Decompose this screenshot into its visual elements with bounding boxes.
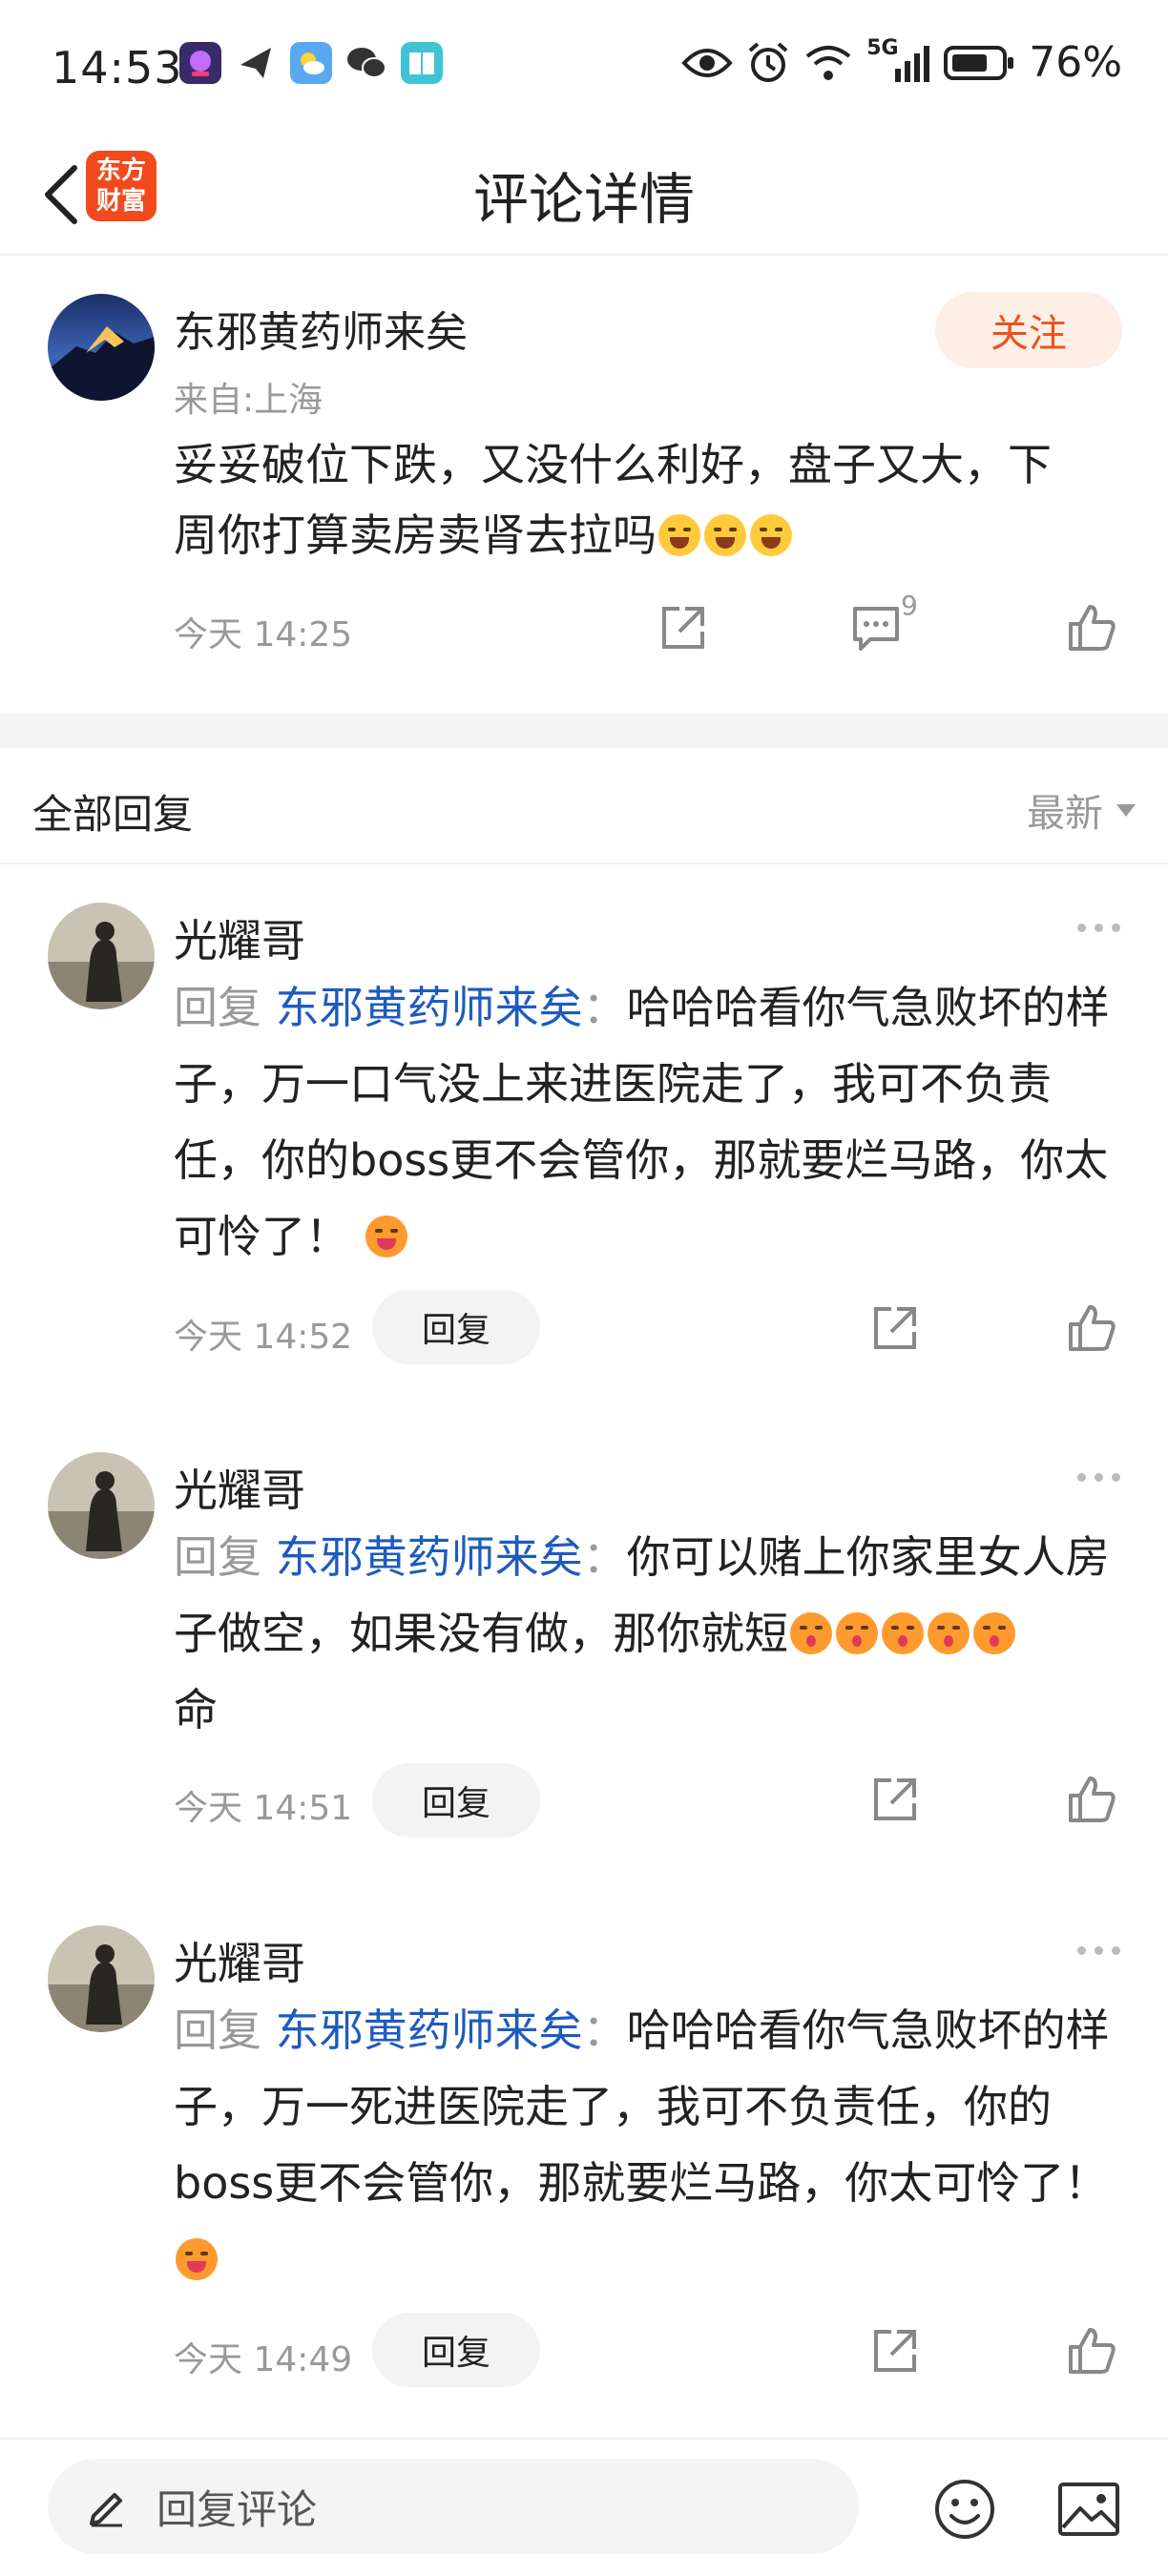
reply-button[interactable]: 回复 [372,2313,540,2387]
follow-button[interactable]: 关注 [935,292,1122,368]
replies-title: 全部回复 [32,791,194,838]
post-timestamp: 今天 14:25 [174,615,353,654]
battery-percent: 76% [1029,38,1122,87]
weather-icon [290,42,332,84]
reply-author-name[interactable]: 光耀哥 [174,906,305,969]
image-button[interactable] [1057,2480,1120,2539]
post-text-line-2: 周你打算卖房卖肾去拉吗 [174,509,657,561]
app-header: 东方 财富 评论详情 [0,134,1168,256]
kiss-emoji-icon [973,1612,1015,1654]
wink-tongue-emoji-icon [176,2238,218,2280]
status-app-icons [179,42,443,84]
reply-author-avatar[interactable] [48,903,155,1009]
reply-item: 光耀哥 回复 东邪黄药师来矣：哈哈哈看你气急败坏的样子，万一死进医院走了，我可不… [0,1887,1168,2421]
reply-item: 光耀哥 回复 东邪黄药师来矣：哈哈哈看你气急败坏的样子，万一口气没上来进医院走了… [0,864,1168,1399]
caret-down-icon [1116,803,1136,817]
laugh-cry-emoji-icon [750,514,792,556]
wifi-icon [805,45,851,80]
book-icon [401,42,443,84]
paper-plane-icon [235,42,277,84]
comment-count: 9 [901,590,918,621]
reply-colon: ： [582,2005,627,2056]
more-options-icon[interactable] [1077,924,1120,932]
kiss-emoji-icon [882,1612,924,1654]
reply-timestamp: 今天 14:52 [174,1318,353,1357]
like-icon[interactable] [1065,601,1118,654]
laugh-cry-emoji-icon [704,514,746,556]
reply-target-user[interactable]: 东邪黄药师来矣 [276,1531,583,1583]
status-system-icons: 5G 76% [681,36,1122,87]
reply-timestamp: 今天 14:49 [174,2340,353,2379]
reply-author-name[interactable]: 光耀哥 [174,1929,305,1992]
reply-content: 回复 东邪黄药师来矣：哈哈哈看你气急败坏的样子，万一口气没上来进医院走了，我可不… [174,969,1118,1275]
reply-author-name[interactable]: 光耀哥 [174,1456,305,1519]
reply-author-avatar[interactable] [48,1925,155,2032]
main-post: 东邪黄药师来矣 来自:上海 关注 妥妥破位下跌，又没什么利好，盘子又大，下 周你… [0,258,1168,714]
sort-dropdown[interactable]: 最新 [1027,782,1136,838]
share-icon[interactable] [657,601,710,654]
reply-content: 回复 东邪黄药师来矣：你可以赌上你家里女人房子做空，如果没有做，那你就短 命 [174,1519,1118,1748]
post-author-avatar[interactable] [48,294,155,401]
share-icon[interactable] [868,1301,922,1355]
reply-prefix: 回复 [174,982,276,1033]
more-options-icon[interactable] [1077,1473,1120,1482]
reply-author-avatar[interactable] [48,1452,155,1559]
share-icon[interactable] [868,2324,922,2378]
reply-comment-input[interactable]: 回复评论 [48,2459,859,2554]
replies-header: 全部回复 最新 [0,748,1168,864]
reply-button[interactable]: 回复 [372,1763,540,1838]
alarm-icon [748,41,788,82]
reply-target-user[interactable]: 东邪黄药师来矣 [276,982,583,1033]
app-notification-icon [179,42,221,84]
signal-icon: 5G [866,36,930,84]
reply-content: 回复 东邪黄药师来矣：哈哈哈看你气急败坏的样子，万一死进医院走了，我可不负责任，… [174,1992,1118,2297]
status-bar: 14:53 5G 76% [0,0,1168,134]
section-divider [0,714,1168,748]
kiss-emoji-icon [928,1612,970,1654]
kiss-emoji-icon [836,1612,878,1654]
image-icon [1058,2483,1119,2536]
status-time: 14:53 [52,42,183,93]
reply-colon: ： [582,982,627,1033]
reply-input-placeholder: 回复评论 [156,2485,318,2533]
reply-timestamp: 今天 14:51 [174,1789,353,1828]
bottom-bar: 回复评论 [0,2438,1168,2576]
reply-target-user[interactable]: 东邪黄药师来矣 [276,2005,583,2056]
wechat-icon [345,42,387,84]
comment-icon[interactable] [849,601,903,654]
reply-text-tail: 命 [174,1684,218,1735]
post-content: 妥妥破位下跌，又没什么利好，盘子又大，下 周你打算卖房卖肾去拉吗 [174,429,1118,571]
battery-icon [944,45,1014,80]
reply-colon: ： [582,1531,627,1583]
reply-item: 光耀哥 回复 东邪黄药师来矣：你可以赌上你家里女人房子做空，如果没有做，那你就短… [0,1414,1168,1862]
reply-prefix: 回复 [174,1531,276,1583]
laugh-cry-emoji-icon [658,514,700,556]
post-location: 来自:上海 [174,381,323,420]
eye-icon [681,48,733,77]
share-icon[interactable] [868,1773,922,1826]
like-icon[interactable] [1065,2324,1118,2378]
wink-tongue-emoji-icon [365,1215,407,1257]
post-text-line-1: 妥妥破位下跌，又没什么利好，盘子又大，下 [174,439,1052,490]
smiley-icon [935,2480,994,2539]
reply-prefix: 回复 [174,2005,276,2056]
page-title: 评论详情 [472,167,695,232]
reply-button[interactable]: 回复 [372,1290,540,1364]
emoji-button[interactable] [933,2478,996,2541]
kiss-emoji-icon [790,1612,832,1654]
like-icon[interactable] [1065,1301,1118,1355]
sort-label: 最新 [1027,792,1103,836]
like-icon[interactable] [1065,1773,1118,1826]
post-author-name[interactable]: 东邪黄药师来矣 [174,298,468,359]
more-options-icon[interactable] [1077,1946,1120,1955]
pencil-icon [90,2493,122,2527]
